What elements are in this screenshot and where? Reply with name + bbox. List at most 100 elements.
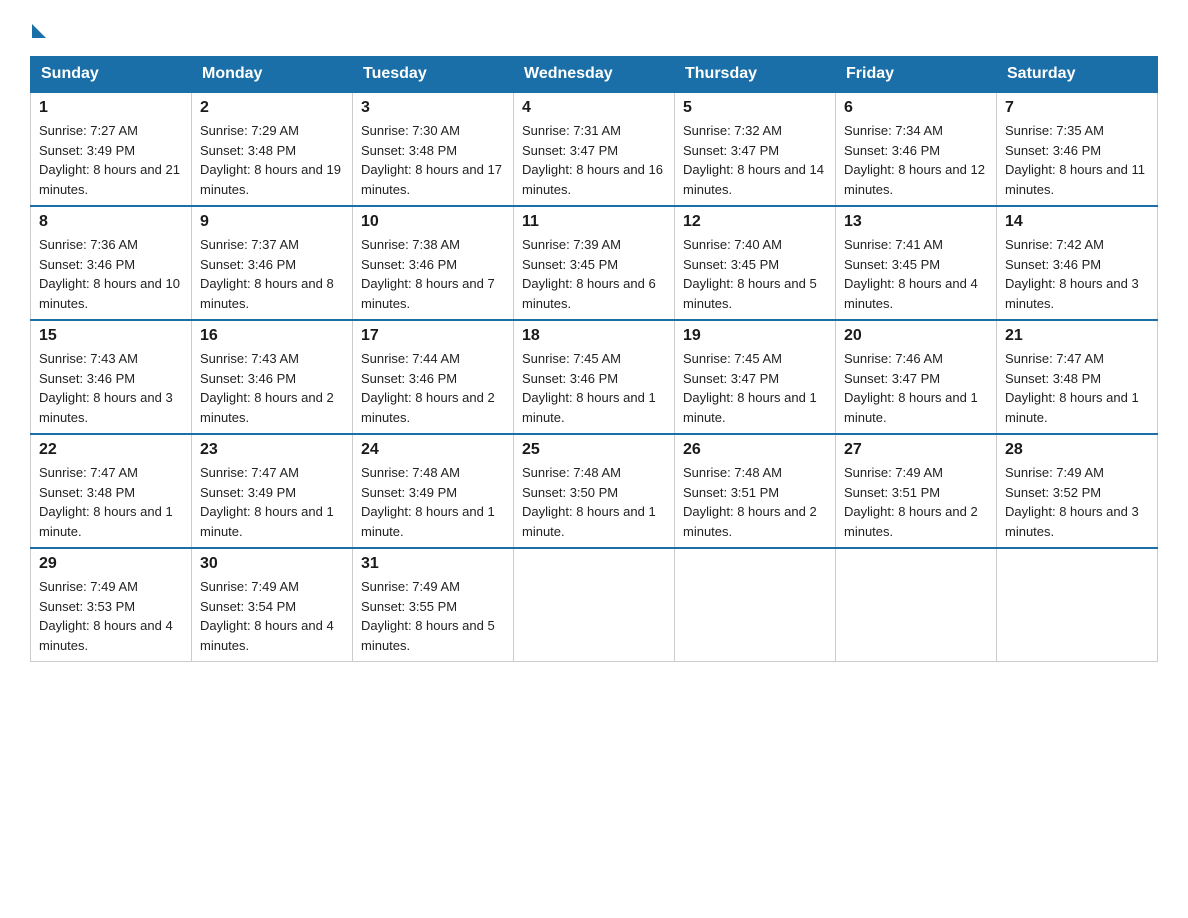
calendar-cell: 12 Sunrise: 7:40 AMSunset: 3:45 PMDaylig… bbox=[675, 206, 836, 320]
day-number: 15 bbox=[39, 327, 183, 345]
column-header-saturday: Saturday bbox=[997, 57, 1158, 93]
day-info: Sunrise: 7:27 AMSunset: 3:49 PMDaylight:… bbox=[39, 123, 180, 197]
calendar-cell: 31 Sunrise: 7:49 AMSunset: 3:55 PMDaylig… bbox=[353, 548, 514, 662]
calendar-cell: 25 Sunrise: 7:48 AMSunset: 3:50 PMDaylig… bbox=[514, 434, 675, 548]
calendar-cell: 18 Sunrise: 7:45 AMSunset: 3:46 PMDaylig… bbox=[514, 320, 675, 434]
day-number: 7 bbox=[1005, 99, 1149, 117]
calendar-cell: 7 Sunrise: 7:35 AMSunset: 3:46 PMDayligh… bbox=[997, 92, 1158, 206]
column-header-sunday: Sunday bbox=[31, 57, 192, 93]
week-row-2: 8 Sunrise: 7:36 AMSunset: 3:46 PMDayligh… bbox=[31, 206, 1158, 320]
week-row-5: 29 Sunrise: 7:49 AMSunset: 3:53 PMDaylig… bbox=[31, 548, 1158, 662]
day-info: Sunrise: 7:36 AMSunset: 3:46 PMDaylight:… bbox=[39, 237, 180, 311]
day-number: 14 bbox=[1005, 213, 1149, 231]
calendar-cell: 16 Sunrise: 7:43 AMSunset: 3:46 PMDaylig… bbox=[192, 320, 353, 434]
day-info: Sunrise: 7:47 AMSunset: 3:49 PMDaylight:… bbox=[200, 465, 334, 539]
day-number: 3 bbox=[361, 99, 505, 117]
day-number: 11 bbox=[522, 213, 666, 231]
day-info: Sunrise: 7:43 AMSunset: 3:46 PMDaylight:… bbox=[39, 351, 173, 425]
calendar-cell: 14 Sunrise: 7:42 AMSunset: 3:46 PMDaylig… bbox=[997, 206, 1158, 320]
day-number: 23 bbox=[200, 441, 344, 459]
day-number: 24 bbox=[361, 441, 505, 459]
day-number: 17 bbox=[361, 327, 505, 345]
calendar-cell: 28 Sunrise: 7:49 AMSunset: 3:52 PMDaylig… bbox=[997, 434, 1158, 548]
day-info: Sunrise: 7:49 AMSunset: 3:53 PMDaylight:… bbox=[39, 579, 173, 653]
day-number: 25 bbox=[522, 441, 666, 459]
day-info: Sunrise: 7:47 AMSunset: 3:48 PMDaylight:… bbox=[1005, 351, 1139, 425]
calendar-cell: 22 Sunrise: 7:47 AMSunset: 3:48 PMDaylig… bbox=[31, 434, 192, 548]
day-number: 13 bbox=[844, 213, 988, 231]
day-number: 21 bbox=[1005, 327, 1149, 345]
day-info: Sunrise: 7:49 AMSunset: 3:51 PMDaylight:… bbox=[844, 465, 978, 539]
day-number: 5 bbox=[683, 99, 827, 117]
day-info: Sunrise: 7:49 AMSunset: 3:52 PMDaylight:… bbox=[1005, 465, 1139, 539]
day-number: 16 bbox=[200, 327, 344, 345]
day-info: Sunrise: 7:29 AMSunset: 3:48 PMDaylight:… bbox=[200, 123, 341, 197]
day-info: Sunrise: 7:34 AMSunset: 3:46 PMDaylight:… bbox=[844, 123, 985, 197]
logo bbox=[30, 20, 48, 38]
day-number: 22 bbox=[39, 441, 183, 459]
calendar-cell: 3 Sunrise: 7:30 AMSunset: 3:48 PMDayligh… bbox=[353, 92, 514, 206]
calendar-cell bbox=[675, 548, 836, 662]
day-info: Sunrise: 7:45 AMSunset: 3:47 PMDaylight:… bbox=[683, 351, 817, 425]
column-header-friday: Friday bbox=[836, 57, 997, 93]
day-info: Sunrise: 7:44 AMSunset: 3:46 PMDaylight:… bbox=[361, 351, 495, 425]
calendar-cell: 30 Sunrise: 7:49 AMSunset: 3:54 PMDaylig… bbox=[192, 548, 353, 662]
day-info: Sunrise: 7:39 AMSunset: 3:45 PMDaylight:… bbox=[522, 237, 656, 311]
logo-arrow-icon bbox=[32, 24, 46, 38]
calendar-cell: 17 Sunrise: 7:44 AMSunset: 3:46 PMDaylig… bbox=[353, 320, 514, 434]
page-header bbox=[30, 20, 1158, 38]
day-number: 27 bbox=[844, 441, 988, 459]
column-header-tuesday: Tuesday bbox=[353, 57, 514, 93]
day-info: Sunrise: 7:46 AMSunset: 3:47 PMDaylight:… bbox=[844, 351, 978, 425]
day-info: Sunrise: 7:48 AMSunset: 3:49 PMDaylight:… bbox=[361, 465, 495, 539]
calendar-cell: 6 Sunrise: 7:34 AMSunset: 3:46 PMDayligh… bbox=[836, 92, 997, 206]
calendar-cell: 20 Sunrise: 7:46 AMSunset: 3:47 PMDaylig… bbox=[836, 320, 997, 434]
day-number: 10 bbox=[361, 213, 505, 231]
calendar-cell bbox=[997, 548, 1158, 662]
day-number: 29 bbox=[39, 555, 183, 573]
calendar-cell: 10 Sunrise: 7:38 AMSunset: 3:46 PMDaylig… bbox=[353, 206, 514, 320]
day-number: 19 bbox=[683, 327, 827, 345]
calendar-cell: 15 Sunrise: 7:43 AMSunset: 3:46 PMDaylig… bbox=[31, 320, 192, 434]
day-info: Sunrise: 7:49 AMSunset: 3:54 PMDaylight:… bbox=[200, 579, 334, 653]
week-row-1: 1 Sunrise: 7:27 AMSunset: 3:49 PMDayligh… bbox=[31, 92, 1158, 206]
column-header-thursday: Thursday bbox=[675, 57, 836, 93]
day-number: 28 bbox=[1005, 441, 1149, 459]
calendar-cell: 24 Sunrise: 7:48 AMSunset: 3:49 PMDaylig… bbox=[353, 434, 514, 548]
calendar-cell: 27 Sunrise: 7:49 AMSunset: 3:51 PMDaylig… bbox=[836, 434, 997, 548]
calendar-cell: 8 Sunrise: 7:36 AMSunset: 3:46 PMDayligh… bbox=[31, 206, 192, 320]
day-info: Sunrise: 7:35 AMSunset: 3:46 PMDaylight:… bbox=[1005, 123, 1145, 197]
calendar-cell bbox=[514, 548, 675, 662]
day-info: Sunrise: 7:37 AMSunset: 3:46 PMDaylight:… bbox=[200, 237, 334, 311]
week-row-3: 15 Sunrise: 7:43 AMSunset: 3:46 PMDaylig… bbox=[31, 320, 1158, 434]
day-number: 31 bbox=[361, 555, 505, 573]
calendar-cell: 26 Sunrise: 7:48 AMSunset: 3:51 PMDaylig… bbox=[675, 434, 836, 548]
day-info: Sunrise: 7:45 AMSunset: 3:46 PMDaylight:… bbox=[522, 351, 656, 425]
day-info: Sunrise: 7:38 AMSunset: 3:46 PMDaylight:… bbox=[361, 237, 495, 311]
calendar-cell: 19 Sunrise: 7:45 AMSunset: 3:47 PMDaylig… bbox=[675, 320, 836, 434]
day-number: 2 bbox=[200, 99, 344, 117]
day-info: Sunrise: 7:48 AMSunset: 3:51 PMDaylight:… bbox=[683, 465, 817, 539]
day-info: Sunrise: 7:32 AMSunset: 3:47 PMDaylight:… bbox=[683, 123, 824, 197]
day-info: Sunrise: 7:31 AMSunset: 3:47 PMDaylight:… bbox=[522, 123, 663, 197]
day-info: Sunrise: 7:30 AMSunset: 3:48 PMDaylight:… bbox=[361, 123, 502, 197]
calendar-table: SundayMondayTuesdayWednesdayThursdayFrid… bbox=[30, 56, 1158, 662]
day-number: 9 bbox=[200, 213, 344, 231]
calendar-cell bbox=[836, 548, 997, 662]
column-header-monday: Monday bbox=[192, 57, 353, 93]
calendar-cell: 11 Sunrise: 7:39 AMSunset: 3:45 PMDaylig… bbox=[514, 206, 675, 320]
day-info: Sunrise: 7:43 AMSunset: 3:46 PMDaylight:… bbox=[200, 351, 334, 425]
calendar-cell: 2 Sunrise: 7:29 AMSunset: 3:48 PMDayligh… bbox=[192, 92, 353, 206]
calendar-cell: 4 Sunrise: 7:31 AMSunset: 3:47 PMDayligh… bbox=[514, 92, 675, 206]
calendar-cell: 1 Sunrise: 7:27 AMSunset: 3:49 PMDayligh… bbox=[31, 92, 192, 206]
calendar-cell: 21 Sunrise: 7:47 AMSunset: 3:48 PMDaylig… bbox=[997, 320, 1158, 434]
day-info: Sunrise: 7:40 AMSunset: 3:45 PMDaylight:… bbox=[683, 237, 817, 311]
day-number: 26 bbox=[683, 441, 827, 459]
header-row: SundayMondayTuesdayWednesdayThursdayFrid… bbox=[31, 57, 1158, 93]
calendar-cell: 23 Sunrise: 7:47 AMSunset: 3:49 PMDaylig… bbox=[192, 434, 353, 548]
calendar-cell: 5 Sunrise: 7:32 AMSunset: 3:47 PMDayligh… bbox=[675, 92, 836, 206]
week-row-4: 22 Sunrise: 7:47 AMSunset: 3:48 PMDaylig… bbox=[31, 434, 1158, 548]
day-info: Sunrise: 7:42 AMSunset: 3:46 PMDaylight:… bbox=[1005, 237, 1139, 311]
day-number: 30 bbox=[200, 555, 344, 573]
day-number: 20 bbox=[844, 327, 988, 345]
